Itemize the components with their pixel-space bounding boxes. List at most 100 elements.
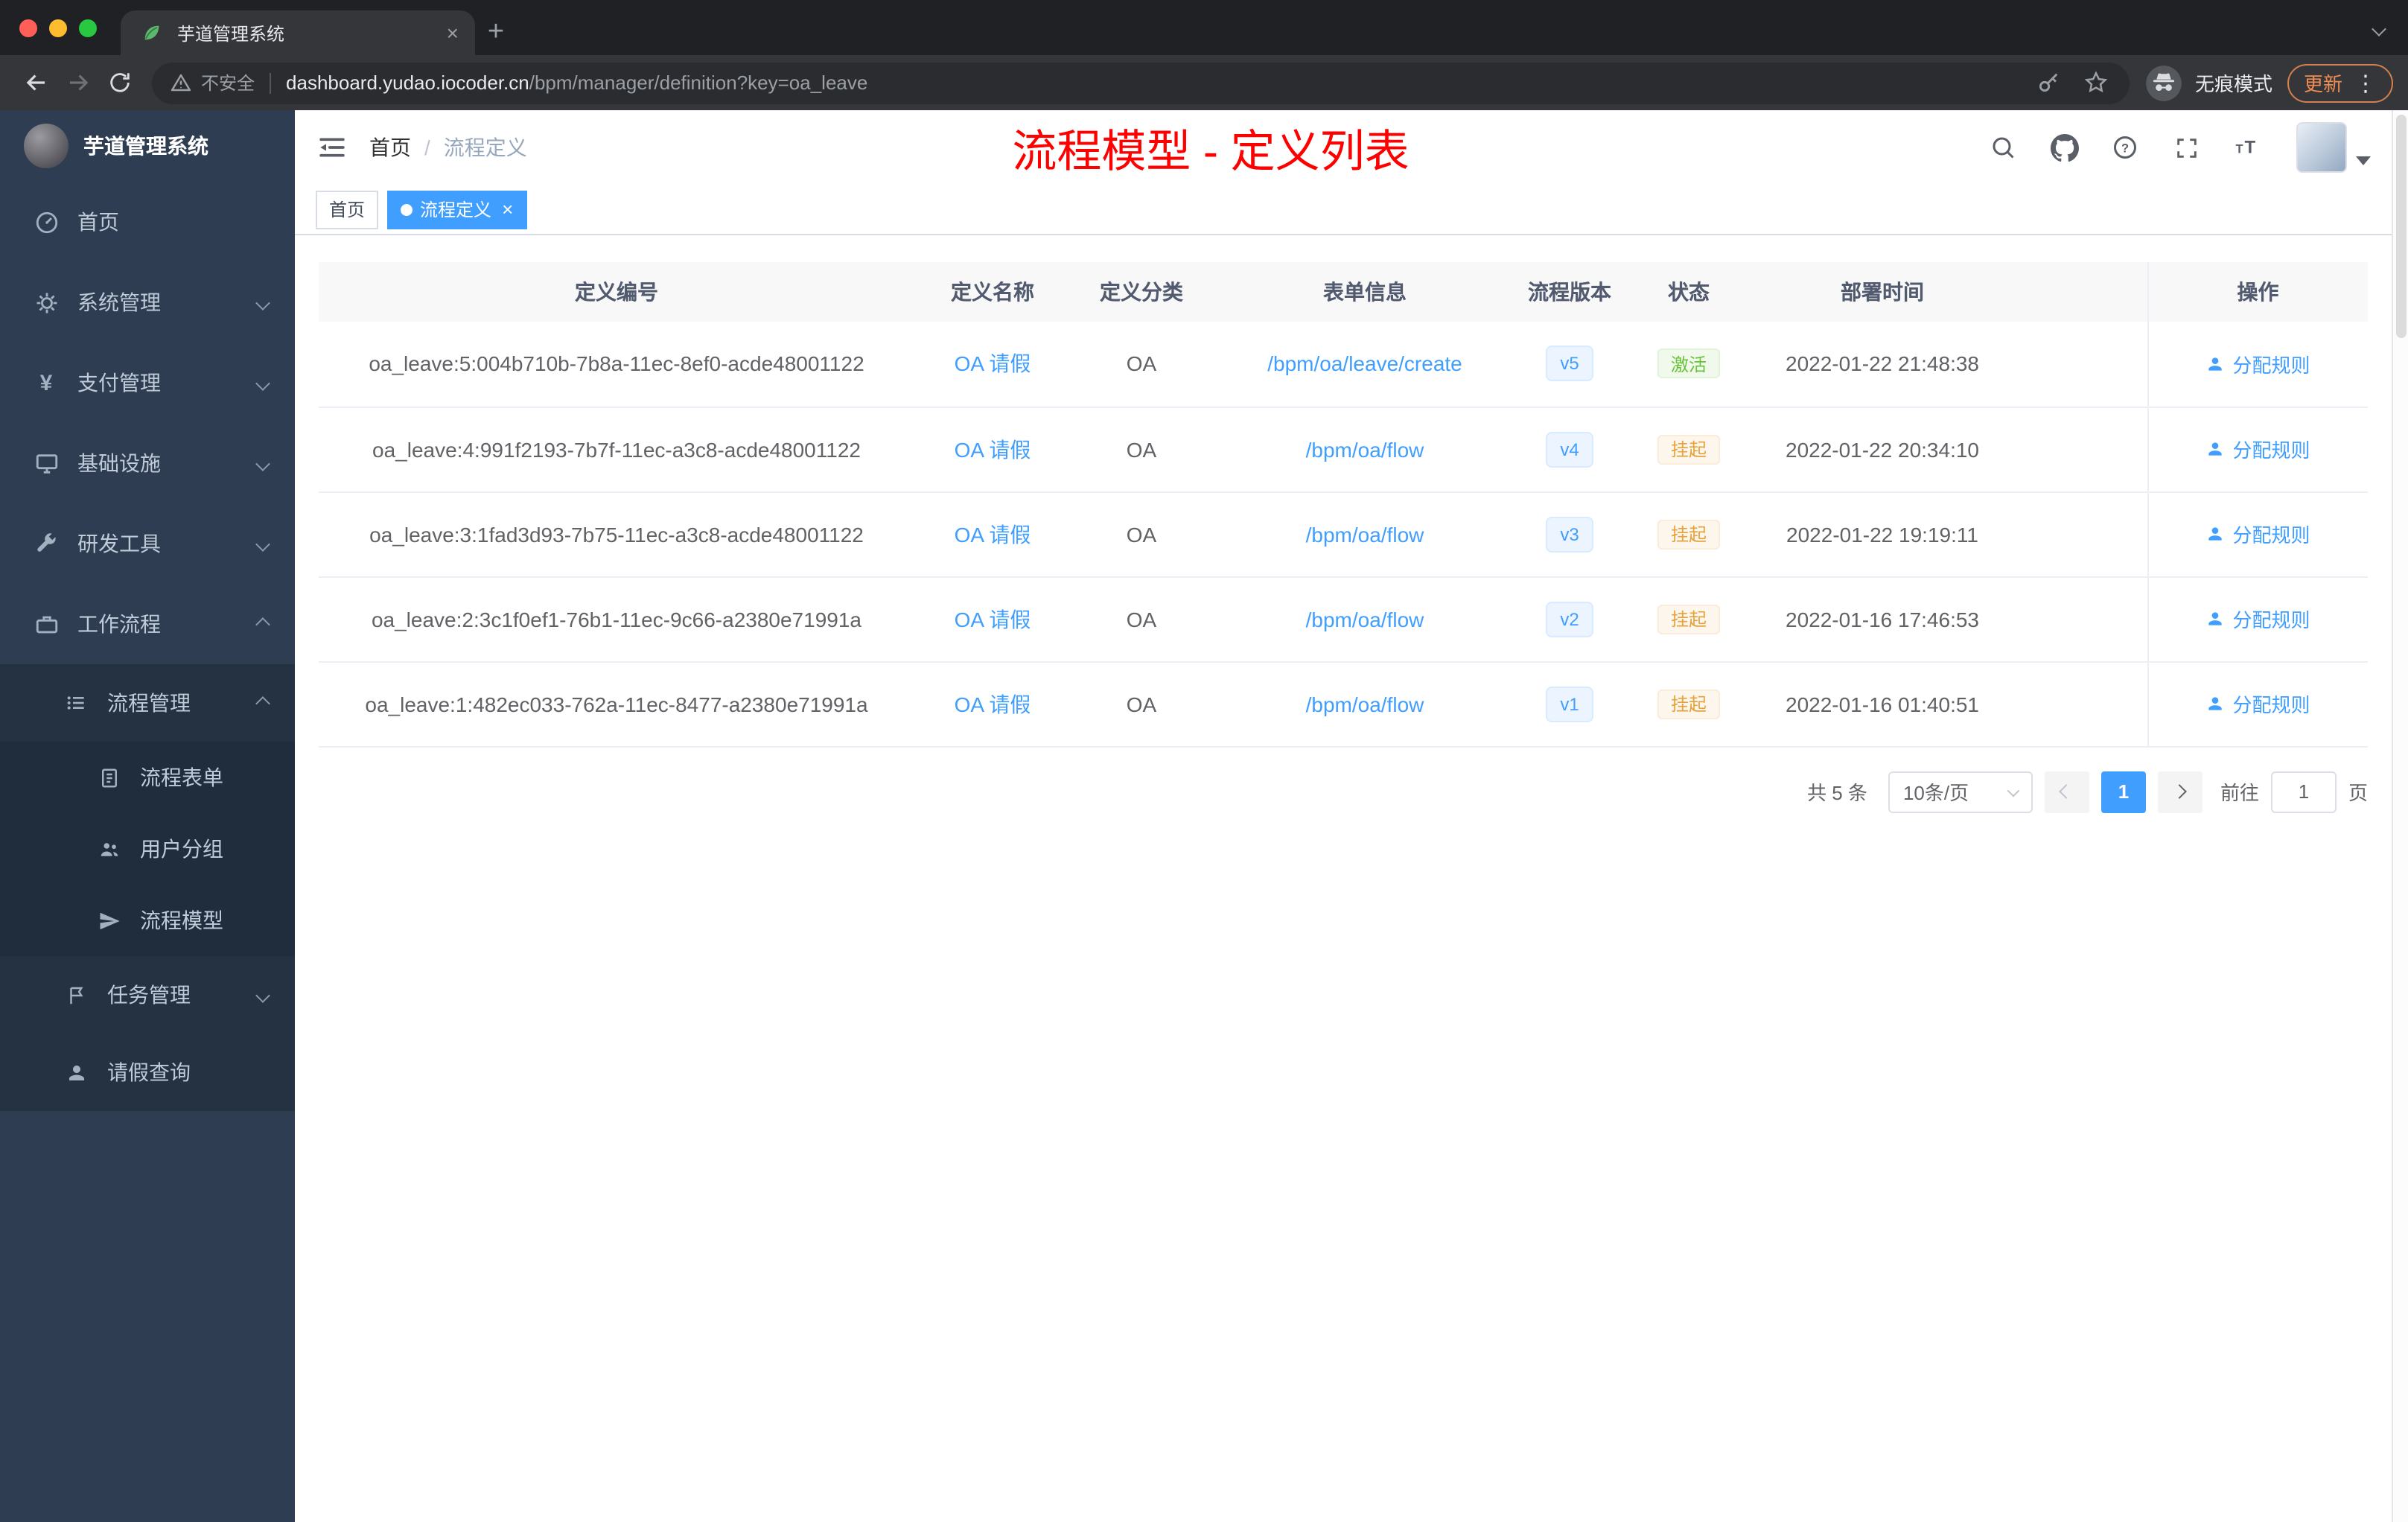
sidebar-fold-icon[interactable]	[295, 110, 369, 185]
chevron-down-icon	[255, 295, 270, 310]
col-process-version: 流程版本	[1517, 262, 1622, 322]
sidebar-item-process-management[interactable]: 流程管理	[0, 664, 295, 742]
definition-id-cell: oa_leave:3:1fad3d93-7b75-11ec-a3c8-acde4…	[319, 491, 914, 577]
browser-update-button[interactable]: 更新 ⋮	[2287, 63, 2393, 102]
back-button[interactable]	[15, 62, 57, 104]
sidebar-item-home[interactable]: 首页	[0, 182, 295, 262]
breadcrumb-home[interactable]: 首页	[369, 133, 411, 162]
tab-close-icon[interactable]: ×	[442, 21, 463, 45]
url-host: dashboard.yudao.iocoder.cn	[286, 71, 529, 94]
form-info-link[interactable]: /bpm/oa/flow	[1306, 692, 1424, 716]
deploy-time-cell: 2022-01-16 17:46:53	[1756, 576, 2009, 662]
paper-plane-icon	[95, 907, 122, 934]
goto-page-input[interactable]	[2270, 771, 2337, 812]
password-key-icon[interactable]	[2031, 65, 2067, 101]
incognito-icon	[2146, 65, 2182, 101]
forward-button[interactable]	[57, 62, 98, 104]
window-close-button[interactable]	[19, 19, 37, 37]
assign-rule-link[interactable]: 分配规则	[2205, 350, 2310, 378]
font-size-icon[interactable]: TT	[2229, 130, 2265, 165]
tag-home[interactable]: 首页	[316, 190, 379, 229]
assign-rule-link[interactable]: 分配规则	[2205, 520, 2310, 548]
window-minimize-button[interactable]	[49, 19, 67, 37]
definition-name-link[interactable]: OA 请假	[955, 352, 1031, 376]
table-row: oa_leave:2:3c1f0ef1-76b1-11ec-9c66-a2380…	[319, 576, 2368, 662]
address-bar[interactable]: 不安全 dashboard.yudao.iocoder.cn/bpm/manag…	[152, 62, 2130, 104]
version-badge: v3	[1545, 516, 1594, 552]
page-unit-label: 页	[2348, 782, 2368, 804]
tab-search-button[interactable]	[2372, 22, 2408, 55]
prev-page-button[interactable]	[2044, 771, 2089, 812]
incognito-label: 无痕模式	[2194, 73, 2272, 95]
table-row: oa_leave:1:482ec033-762a-11ec-8477-a2380…	[319, 661, 2368, 747]
sidebar-item-system[interactable]: 系统管理	[0, 262, 295, 343]
sidebar-item-payment[interactable]: ¥ 支付管理	[0, 343, 295, 423]
sidebar-item-user-group[interactable]: 用户分组	[0, 813, 295, 885]
chevron-down-icon	[2007, 783, 2020, 797]
person-icon	[63, 1059, 89, 1086]
definition-id-cell: oa_leave:1:482ec033-762a-11ec-8477-a2380…	[319, 661, 914, 747]
next-page-button[interactable]	[2157, 771, 2202, 812]
sidebar-item-workflow[interactable]: 工作流程	[0, 584, 295, 664]
table-row: oa_leave:4:991f2193-7b7f-11ec-a3c8-acde4…	[319, 407, 2368, 492]
window-zoom-button[interactable]	[79, 19, 97, 37]
sidebar-item-devtools[interactable]: 研发工具	[0, 503, 295, 584]
tags-view: 首页 流程定义 ×	[295, 185, 2392, 235]
status-badge: 挂起	[1657, 689, 1720, 719]
user-avatar-menu[interactable]	[2296, 122, 2371, 173]
tag-close-icon[interactable]: ×	[499, 200, 513, 219]
new-tab-button[interactable]: +	[475, 10, 517, 55]
sidebar-item-task-management[interactable]: 任务管理	[0, 956, 295, 1034]
sidebar-item-label: 支付管理	[77, 371, 161, 395]
sidebar-item-label: 用户分组	[140, 837, 223, 861]
person-icon	[2208, 612, 2223, 625]
logo-avatar	[24, 124, 69, 168]
page-number-button[interactable]: 1	[2100, 771, 2146, 812]
app-title: 芋道管理系统	[83, 134, 208, 158]
sidebar-item-process-form[interactable]: 流程表单	[0, 742, 295, 813]
page-size-value: 10条/页	[1902, 782, 1969, 804]
page-size-select[interactable]: 10条/页	[1888, 771, 2033, 812]
fullscreen-icon[interactable]	[2168, 130, 2204, 165]
form-info-link[interactable]: /bpm/oa/flow	[1306, 607, 1424, 631]
form-info-link[interactable]: /bpm/oa/flow	[1306, 437, 1424, 461]
assign-rule-link[interactable]: 分配规则	[2205, 435, 2310, 463]
definition-name-link[interactable]: OA 请假	[955, 692, 1031, 716]
site-security-chip[interactable]: 不安全	[170, 70, 255, 95]
main-panel: 首页 / 流程定义 流程模型 - 定义列表 ? TT 首页 流程定义 × 定义编…	[295, 110, 2392, 1522]
navbar: 首页 / 流程定义 流程模型 - 定义列表 ? TT	[295, 110, 2392, 185]
sidebar-item-infrastructure[interactable]: 基础设施	[0, 423, 295, 503]
definition-name-link[interactable]: OA 请假	[955, 522, 1031, 546]
svg-text:T: T	[2235, 143, 2243, 156]
definition-name-link[interactable]: OA 请假	[955, 437, 1031, 461]
browser-tab[interactable]: 芋道管理系统 ×	[121, 10, 475, 55]
form-info-link[interactable]: /bpm/oa/flow	[1306, 522, 1424, 546]
deploy-time-cell: 2022-01-16 01:40:51	[1756, 661, 2009, 747]
table-row: oa_leave:5:004b710b-7b8a-11ec-8ef0-acde4…	[319, 322, 2368, 407]
tag-process-definition[interactable]: 流程定义 ×	[387, 190, 527, 229]
sidebar-item-process-model[interactable]: 流程模型	[0, 885, 295, 956]
github-icon[interactable]	[2046, 130, 2082, 165]
monitor-icon	[33, 450, 60, 477]
bookmark-star-icon[interactable]	[2079, 65, 2115, 101]
pagination: 共 5 条 10条/页 1 前往 页	[319, 771, 2368, 812]
form-info-link[interactable]: /bpm/oa/leave/create	[1267, 352, 1462, 376]
definition-name-link[interactable]: OA 请假	[955, 607, 1031, 631]
browser-menu-icon[interactable]: ⋮	[2354, 69, 2377, 96]
document-icon	[95, 764, 122, 791]
sidebar-logo[interactable]: 芋道管理系统	[0, 110, 295, 182]
chevron-down-icon	[255, 536, 270, 551]
assign-rule-link[interactable]: 分配规则	[2205, 605, 2310, 633]
page-scrollbar[interactable]	[2392, 110, 2408, 1522]
sidebar-item-leave-query[interactable]: 请假查询	[0, 1034, 295, 1111]
navbar-tools: ? TT	[1985, 122, 2371, 173]
assign-rule-link[interactable]: 分配规则	[2205, 690, 2310, 718]
search-icon[interactable]	[1985, 130, 2021, 165]
workflow-submenu: 流程管理 流程表单 用户分组 流程模型 任务管理 请假查询	[0, 664, 295, 1111]
yen-icon: ¥	[39, 370, 53, 395]
scrollbar-thumb[interactable]	[2395, 115, 2406, 338]
incognito-profile-chip[interactable]: 无痕模式	[2144, 63, 2272, 102]
help-icon[interactable]: ?	[2107, 130, 2143, 165]
sidebar-item-label: 研发工具	[77, 532, 161, 555]
reload-button[interactable]	[98, 62, 140, 104]
